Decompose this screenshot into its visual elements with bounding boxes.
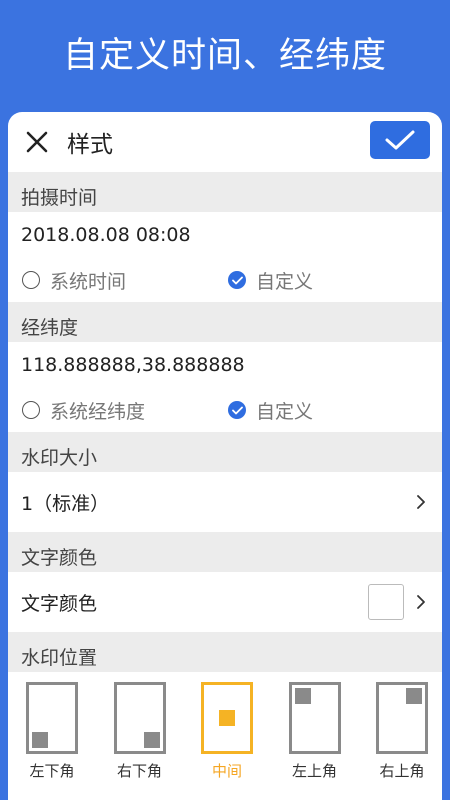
chevron-right-icon (417, 595, 425, 609)
page-title: 样式 (67, 132, 113, 158)
position-option-bottom-left[interactable]: 左下角 (24, 682, 80, 781)
style-panel: 样式 拍摄时间 2018.08.08 08:08 系统时间 自定义 经纬度 11… (8, 112, 442, 800)
close-button[interactable] (11, 112, 63, 172)
radio-label: 自定义 (256, 400, 314, 423)
radio-checked-icon (228, 271, 246, 289)
location-source-options: 系统经纬度 自定义 (8, 388, 442, 432)
radio-label: 系统经纬度 (50, 400, 146, 423)
section-header-size: 水印大小 (8, 432, 442, 472)
time-source-options: 系统时间 自定义 (8, 258, 442, 302)
radio-label: 自定义 (256, 270, 314, 293)
close-icon (26, 131, 48, 153)
radio-custom-location[interactable]: 自定义 (228, 397, 313, 424)
chevron-right-icon (417, 495, 425, 509)
time-value-field[interactable]: 2018.08.08 08:08 (8, 212, 442, 258)
radio-system-location[interactable]: 系统经纬度 (22, 397, 145, 424)
position-label: 左上角 (291, 762, 337, 780)
position-label: 右上角 (379, 762, 425, 780)
checkmark-icon (385, 130, 415, 150)
text-color-label: 文字颜色 (21, 592, 98, 615)
location-value-field[interactable]: 118.888888,38.888888 (8, 342, 442, 388)
position-option-bottom-right[interactable]: 右下角 (112, 682, 168, 781)
radio-custom-time[interactable]: 自定义 (228, 267, 313, 294)
position-bottom-left-icon (26, 682, 78, 754)
position-option-center[interactable]: 中间 (199, 682, 255, 781)
confirm-button[interactable] (370, 121, 430, 159)
banner-title: 自定义时间、经纬度 (62, 35, 387, 76)
section-header-time: 拍摄时间 (8, 172, 442, 212)
header-banner: 自定义时间、经纬度 (0, 0, 450, 112)
radio-unchecked-icon (22, 401, 40, 419)
radio-system-time[interactable]: 系统时间 (22, 267, 126, 294)
color-swatch[interactable] (368, 584, 404, 620)
position-center-icon (201, 682, 253, 754)
position-label: 中间 (211, 762, 242, 780)
section-header-color: 文字颜色 (8, 532, 442, 572)
position-top-right-icon (376, 682, 428, 754)
text-color-row[interactable]: 文字颜色 (8, 572, 442, 632)
section-header-location: 经纬度 (8, 302, 442, 342)
position-option-top-left[interactable]: 左上角 (287, 682, 343, 781)
watermark-size-row[interactable]: 1（标准） (8, 472, 442, 532)
radio-label: 系统时间 (50, 270, 127, 293)
top-bar: 样式 (8, 112, 442, 172)
radio-unchecked-icon (22, 271, 40, 289)
position-label: 右下角 (116, 762, 162, 780)
position-bottom-right-icon (113, 682, 166, 754)
position-options: 左下角 右下角 中间 左上角 右上角 (8, 672, 442, 781)
radio-checked-icon (228, 401, 246, 419)
section-header-position: 水印位置 (8, 632, 442, 672)
watermark-size-value: 1（标准） (21, 492, 110, 515)
position-option-top-right[interactable]: 右上角 (374, 682, 430, 781)
position-label: 左下角 (29, 762, 75, 780)
position-top-left-icon (288, 682, 341, 754)
text-color-controls (368, 584, 426, 620)
